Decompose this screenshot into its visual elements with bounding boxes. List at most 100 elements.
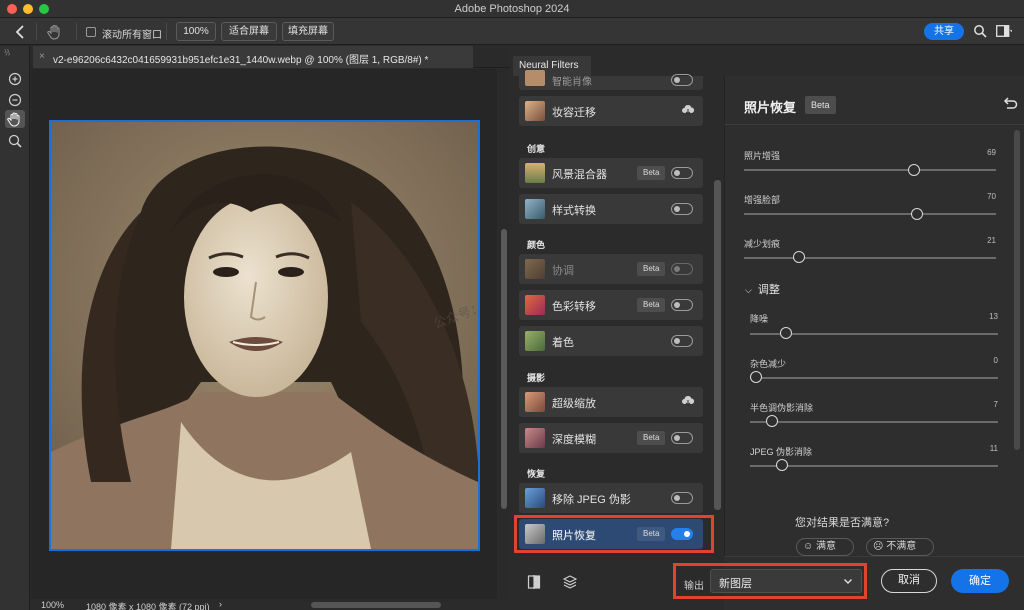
fit-screen-button[interactable]: 适合屏幕 [221,22,277,41]
zoom-100-button[interactable]: 100% [176,22,216,41]
satisfied-button[interactable]: ☺ 满意 [796,538,854,556]
filter-toggle[interactable] [671,263,693,275]
slider-value: 13 [989,312,998,321]
filter-item-colorize[interactable]: 着色 [519,326,703,356]
slider-knob[interactable] [908,164,920,176]
filter-thumbnail [525,392,545,412]
slider-label: 半色调伪影消除 [750,403,814,413]
not-satisfied-button[interactable]: ☹ 不满意 [866,538,934,556]
ok-button[interactable]: 确定 [951,569,1009,593]
zoom-tool-icon[interactable] [5,132,25,150]
filter-name: 超级缩放 [552,398,596,410]
close-tab-icon[interactable]: × [39,51,45,62]
filter-item-super-zoom[interactable]: 超级缩放 [519,387,703,417]
status-bar: 100% 1080 像素 x 1080 像素 (72 ppi) › [31,599,510,610]
chevron-right-icon[interactable]: › [219,599,222,609]
slider-knob[interactable] [780,327,792,339]
slider-track[interactable] [744,169,996,171]
app-title: Adobe Photoshop 2024 [454,3,570,15]
zoom-in-icon[interactable] [5,70,25,88]
cloud-download-icon[interactable] [681,104,695,116]
collapse-icon[interactable]: ›› [5,49,10,58]
canvas-vertical-scrollbar[interactable] [498,69,510,599]
slider-value: 69 [987,148,996,157]
slider-label: 减少划痕 [744,239,781,249]
filter-item-depth-blur[interactable]: 深度模糊 Beta [519,423,703,453]
filter-item-partial[interactable]: 智能肖像 [519,70,703,90]
slider-label: 降噪 [750,314,769,324]
filter-item-color-transfer[interactable]: 色彩转移 Beta [519,290,703,320]
satisfied-label: 满意 [816,541,836,552]
highlight-box [514,515,714,553]
filter-thumbnail [525,199,545,219]
status-info[interactable]: 1080 像素 x 1080 像素 (72 ppi) [86,600,210,610]
hand-tool-icon[interactable] [5,110,25,128]
slider-track[interactable] [744,257,996,259]
back-icon[interactable] [12,23,30,41]
slider-knob[interactable] [750,371,762,383]
filter-thumbnail [525,163,545,183]
settings-beta-badge: Beta [805,96,836,114]
chevron-down-icon[interactable]: ⌵ [745,285,752,295]
filter-name: 协调 [552,265,574,277]
adjust-section-label: 调整 [757,284,780,296]
scroll-all-windows-checkbox[interactable] [86,27,96,37]
smile-icon: ☺ [803,541,816,552]
filter-item-style[interactable]: 样式转换 [519,194,703,224]
document-tab[interactable]: × v2-e96206c6432c041659931b951efc1e31_14… [33,46,473,68]
filter-toggle[interactable] [671,167,693,179]
zoom-out-icon[interactable] [5,91,25,109]
fill-screen-button[interactable]: 填充屏幕 [282,22,334,41]
slider-knob[interactable] [766,415,778,427]
filter-toggle[interactable] [671,432,693,444]
horizontal-scroll-thumb[interactable] [311,602,441,608]
slider-knob[interactable] [911,208,923,220]
filter-name: 智能肖像 [552,77,592,88]
divider [166,23,167,40]
slider-knob[interactable] [793,251,805,263]
slider-track[interactable] [744,213,996,215]
status-zoom[interactable]: 100% [41,600,64,610]
cancel-button[interactable]: 取消 [881,569,937,593]
slider-label: 增强脸部 [744,195,781,205]
filter-item-jpeg-removal[interactable]: 移除 JPEG 伪影 [519,483,703,513]
beta-badge: Beta [637,298,666,312]
slider-value: 21 [987,236,996,245]
filter-toggle[interactable] [671,492,693,504]
filter-toggle[interactable] [671,203,693,215]
reset-icon[interactable] [1002,96,1018,110]
adjust-section-header[interactable]: ⌵ 调整 [745,281,780,297]
filter-toggle[interactable] [671,299,693,311]
slider-value: 70 [987,192,996,201]
filter-item-harmonize[interactable]: 协调 Beta [519,254,703,284]
filter-name: 移除 JPEG 伪影 [552,494,631,506]
filter-toggle[interactable] [671,335,693,347]
workspace-icon[interactable] [996,25,1013,37]
share-button[interactable]: 共享 [924,23,964,40]
scroll-thumb[interactable] [501,229,507,509]
slider-label: 杂色减少 [750,359,787,369]
filter-toggle[interactable] [671,74,693,86]
document-tabs: ›› × v2-e96206c6432c041659931b951efc1e31… [5,46,510,68]
compare-icon[interactable] [526,574,542,590]
filter-thumbnail [525,70,545,86]
filter-list-scrollbar[interactable] [714,180,721,510]
search-icon[interactable] [973,24,987,38]
beta-badge: Beta [637,166,666,180]
filter-item-landscape[interactable]: 风景混合器 Beta [519,158,703,188]
slider-track[interactable] [750,377,998,379]
slider-value: 11 [989,444,998,453]
cloud-download-icon[interactable] [681,395,695,407]
not-satisfied-label: 不满意 [886,541,917,552]
photo-canvas[interactable] [49,120,480,551]
filter-item-makeup[interactable]: 妆容迁移 [519,96,703,126]
settings-scrollbar[interactable] [1014,130,1020,450]
filter-thumbnail [525,331,545,351]
slider-knob[interactable] [776,459,788,471]
hand-tool-icon [46,23,64,41]
filter-thumbnail [525,259,545,279]
layers-icon[interactable] [562,574,578,590]
slider-track[interactable] [750,421,998,423]
filter-name: 深度模糊 [552,434,596,446]
beta-badge: Beta [637,431,666,445]
